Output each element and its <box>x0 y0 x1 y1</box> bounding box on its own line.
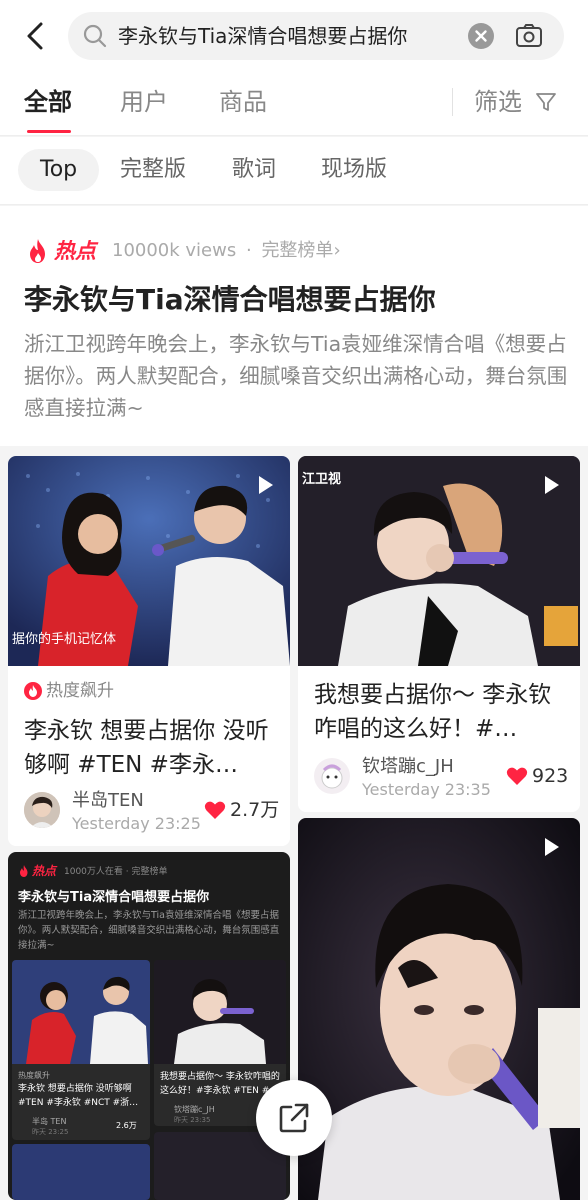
view-count: 10000k views <box>112 240 237 261</box>
mini-title: 李永钦与Tia深情合唱想要占据你 <box>18 890 210 905</box>
mini-time: 昨天 23:25 <box>32 1128 69 1136</box>
post-time: Yesterday 23:25 <box>72 814 201 833</box>
mini-thumbnail <box>154 960 286 1064</box>
filter-button[interactable]: 筛选 <box>474 86 522 118</box>
avatar[interactable] <box>314 758 350 794</box>
note-title: 我想要占据你～ 李永钦咋唱的这么好！#… <box>314 682 552 742</box>
flame-icon <box>20 865 28 877</box>
mini-author: 钦塔蹦c_JH <box>174 1105 215 1114</box>
like-count: 2.7万 <box>230 799 280 821</box>
hot-description: 浙江卫视跨年晚会上，李永钦与Tia袁娅维深情合唱《想要占据你》。两人默契配合，细… <box>24 332 568 420</box>
search-bar[interactable]: 李永钦与Tia深情合唱想要占据你 <box>68 12 564 60</box>
heart-icon[interactable] <box>204 800 226 820</box>
author-name[interactable]: 钦塔蹦c_JH <box>362 756 454 778</box>
tab-users[interactable]: 用户 <box>120 86 168 118</box>
avatar[interactable] <box>24 792 60 828</box>
search-icon <box>83 24 107 48</box>
active-tab-indicator <box>27 130 71 133</box>
mini-note-title: 李永钦 想要占据你 没听够啊 #TEN #李永钦 #NCT #浙… <box>18 1084 139 1108</box>
mini-hot-label: 热点 <box>32 864 57 878</box>
mini-likes: 2.6万 <box>116 1121 137 1130</box>
image-search-camera-icon[interactable] <box>514 21 544 51</box>
chevron-right-icon: › <box>333 240 341 261</box>
category-tabs: 全部 用户 商品 筛选 <box>0 72 588 136</box>
hot-label: 热点 <box>54 239 96 263</box>
trending-label: 热度飙升 <box>46 681 114 701</box>
video-thumbnail <box>298 818 580 1200</box>
clear-search-icon[interactable] <box>468 23 494 49</box>
note-card[interactable] <box>298 818 580 1200</box>
chip-lyrics[interactable]: 歌词 <box>232 149 276 191</box>
chip-full-version[interactable]: 完整版 <box>120 149 186 191</box>
search-header: 李永钦与Tia深情合唱想要占据你 <box>0 0 588 72</box>
share-button[interactable] <box>256 1080 332 1156</box>
video-play-icon <box>545 838 559 856</box>
video-play-icon <box>259 476 273 494</box>
channel-watermark: 江卫视 <box>302 472 342 487</box>
content-filter-chips: Top 完整版 歌词 现场版 <box>0 137 588 205</box>
flame-trending-icon <box>24 682 42 700</box>
author-name[interactable]: 半岛TEN <box>72 790 144 812</box>
hot-topic-card[interactable]: 热点 10000k views · 完整榜单› 李永钦与Tia深情合唱想要占据你… <box>0 206 588 446</box>
mini-thumbnail <box>12 1144 150 1200</box>
heart-icon[interactable] <box>506 766 528 786</box>
mini-author: 半岛 TEN <box>32 1117 67 1126</box>
note-card[interactable]: 江卫视 我想要占据你～ 李永钦咋唱的这么好！#… 钦塔蹦c_JH Yesterd… <box>298 456 580 812</box>
divider <box>452 88 453 116</box>
mini-meta: 1000万人在看 · 完整榜单 <box>64 867 168 877</box>
chip-top[interactable]: Top <box>18 149 100 191</box>
chip-live-version[interactable]: 现场版 <box>321 149 387 191</box>
post-time: Yesterday 23:35 <box>362 780 491 799</box>
hot-title: 李永钦与Tia深情合唱想要占据你 <box>24 283 436 316</box>
video-caption-overlay: 据你的手机记忆体 <box>12 632 117 647</box>
video-play-icon <box>545 476 559 494</box>
note-title: 李永钦 想要占据你 没听够啊 #TEN #李永… <box>24 718 269 778</box>
back-arrow-icon[interactable] <box>18 18 54 54</box>
mini-time: 昨天 23:35 <box>174 1116 211 1124</box>
hot-meta: 10000k views · 完整榜单› <box>112 238 341 264</box>
share-external-icon <box>279 1103 309 1133</box>
search-input[interactable]: 李永钦与Tia深情合唱想要占据你 <box>118 22 470 50</box>
full-ranking-link[interactable]: 完整榜单 <box>261 240 333 261</box>
flame-icon <box>30 239 45 263</box>
note-card-screenshot[interactable]: 热点 1000万人在看 · 完整榜单 李永钦与Tia深情合唱想要占据你 浙江卫视… <box>8 852 290 1200</box>
mini-note-card: 热度飙升 李永钦 想要占据你 没听够啊 #TEN #李永钦 #NCT #浙… 半… <box>12 960 150 1140</box>
tab-products[interactable]: 商品 <box>219 86 267 118</box>
mini-thumbnail <box>12 960 150 1064</box>
like-count: 923 <box>532 765 569 787</box>
mini-description: 浙江卫视跨年晚会上，李永钦与Tia袁娅维深情合唱《想要占据你》。两人默契配合，细… <box>18 910 280 951</box>
video-thumbnail: 据你的手机记忆体 <box>8 456 290 666</box>
filter-funnel-icon[interactable] <box>534 90 558 114</box>
tab-all[interactable]: 全部 <box>24 86 72 118</box>
mini-trend: 热度飙升 <box>18 1071 50 1080</box>
meta-separator: · <box>245 240 252 261</box>
note-card[interactable]: 据你的手机记忆体 热度飙升 李永钦 想要占据你 没听够啊 #TEN #李永… 半… <box>8 456 290 846</box>
